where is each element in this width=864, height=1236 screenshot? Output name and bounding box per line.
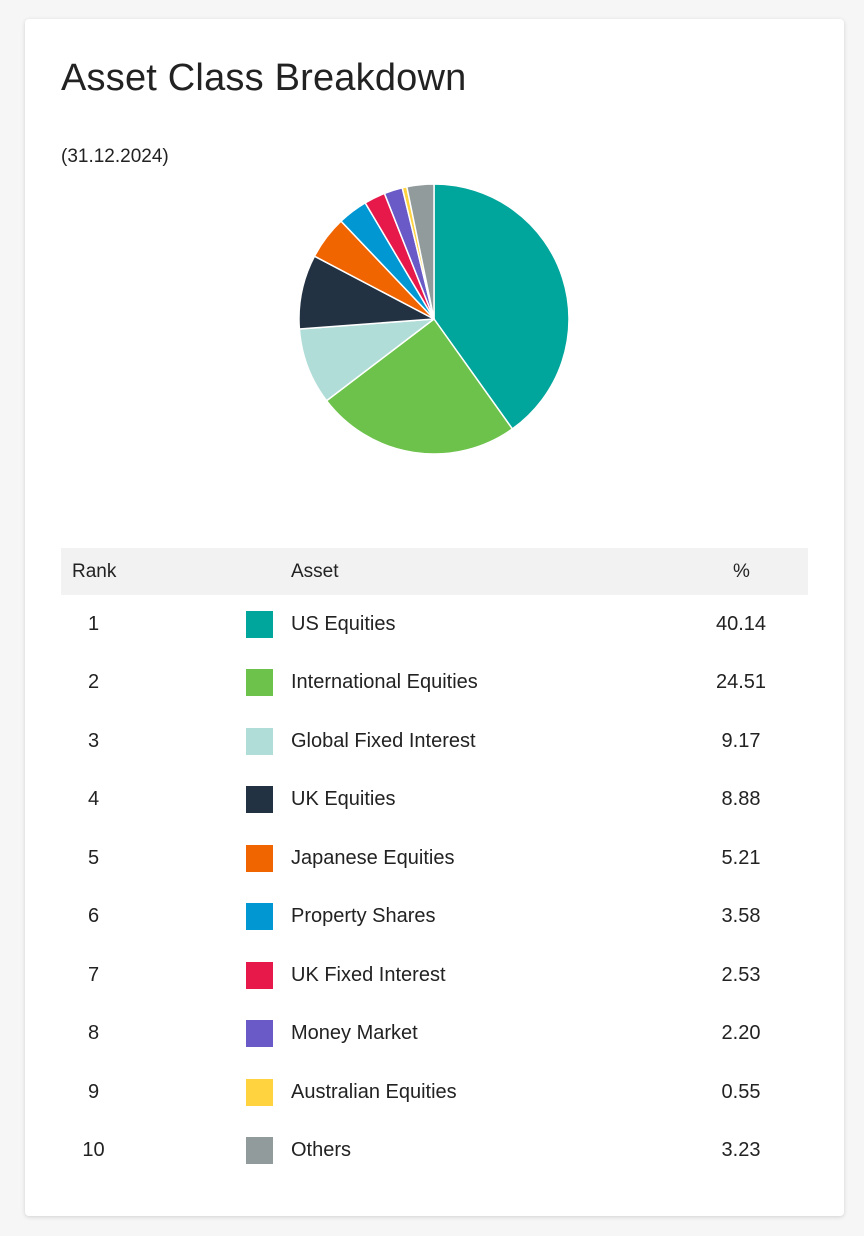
table-row: 3 Global Fixed Interest 9.17 bbox=[61, 712, 808, 771]
row-percent: 3.23 bbox=[721, 1139, 761, 1162]
row-percent: 8.88 bbox=[721, 788, 761, 811]
header-asset: Asset bbox=[291, 560, 339, 582]
table-row: 5 Japanese Equities 5.21 bbox=[61, 829, 808, 888]
color-swatch bbox=[246, 888, 273, 947]
row-rank: 9 bbox=[87, 1080, 100, 1103]
row-asset: UK Equities bbox=[291, 788, 396, 811]
row-percent: 0.55 bbox=[721, 1080, 761, 1103]
breakdown-table: Rank Asset % 1 US Equities 40.14 2 Internati… bbox=[61, 548, 808, 1180]
table-header: Rank Asset % bbox=[61, 548, 808, 595]
row-rank: 1 bbox=[87, 612, 100, 635]
page-title: Asset Class Breakdown bbox=[61, 57, 467, 99]
table-row: 10 Others 3.23 bbox=[61, 1122, 808, 1181]
legend-swatch-icon bbox=[246, 961, 273, 989]
row-percent: 5.21 bbox=[721, 846, 761, 869]
row-asset: Japanese Equities bbox=[291, 846, 455, 869]
legend-swatch-icon bbox=[246, 669, 273, 697]
row-percent: 24.51 bbox=[715, 671, 767, 694]
color-swatch bbox=[246, 1122, 273, 1181]
color-swatch bbox=[246, 829, 273, 888]
legend-swatch-icon bbox=[246, 786, 273, 814]
row-rank: 7 bbox=[87, 963, 100, 986]
row-asset: UK Fixed Interest bbox=[291, 963, 446, 986]
row-asset: US Equities bbox=[291, 612, 396, 635]
table-row: 2 International Equities 24.51 bbox=[61, 654, 808, 713]
row-asset: Australian Equities bbox=[291, 1080, 457, 1103]
row-asset: Property Shares bbox=[291, 905, 436, 928]
row-asset: Money Market bbox=[291, 1022, 418, 1045]
table-row: 6 Property Shares 3.58 bbox=[61, 888, 808, 947]
table-row: 1 US Equities 40.14 bbox=[61, 595, 808, 654]
legend-swatch-icon bbox=[246, 1137, 273, 1165]
pie-chart bbox=[298, 183, 570, 455]
legend-swatch-icon bbox=[246, 903, 273, 931]
row-percent: 3.58 bbox=[721, 905, 761, 928]
table-row: 9 Australian Equities 0.55 bbox=[61, 1063, 808, 1122]
asset-breakdown-card: Asset Class Breakdown (31.12.2024) Rank … bbox=[25, 19, 844, 1216]
row-rank: 5 bbox=[87, 846, 100, 869]
row-percent: 40.14 bbox=[715, 612, 767, 635]
row-rank: 3 bbox=[87, 729, 100, 752]
table-row: 8 Money Market 2.20 bbox=[61, 1005, 808, 1064]
color-swatch bbox=[246, 654, 273, 713]
legend-swatch-icon bbox=[246, 610, 273, 638]
row-asset: Global Fixed Interest bbox=[291, 729, 476, 752]
row-rank: 2 bbox=[87, 671, 100, 694]
color-swatch bbox=[246, 1063, 273, 1122]
row-rank: 10 bbox=[82, 1139, 105, 1162]
legend-swatch-icon bbox=[246, 1078, 273, 1106]
row-percent: 9.17 bbox=[721, 729, 761, 752]
color-swatch bbox=[246, 1005, 273, 1064]
header-rank: Rank bbox=[72, 560, 117, 582]
row-asset: Others bbox=[291, 1139, 352, 1162]
row-rank: 4 bbox=[87, 788, 100, 811]
as-of-date: (31.12.2024) bbox=[61, 146, 169, 167]
color-swatch bbox=[246, 595, 273, 654]
row-percent: 2.53 bbox=[721, 963, 761, 986]
table-row: 7 UK Fixed Interest 2.53 bbox=[61, 946, 808, 1005]
legend-swatch-icon bbox=[246, 1020, 273, 1048]
color-swatch bbox=[246, 946, 273, 1005]
row-rank: 8 bbox=[87, 1022, 100, 1045]
color-swatch bbox=[246, 771, 273, 830]
row-percent: 2.20 bbox=[721, 1022, 761, 1045]
color-swatch bbox=[246, 712, 273, 771]
row-rank: 6 bbox=[87, 905, 100, 928]
row-asset: International Equities bbox=[291, 671, 478, 694]
table-body: 1 US Equities 40.14 2 International Equities… bbox=[61, 595, 808, 1180]
legend-swatch-icon bbox=[246, 727, 273, 755]
table-row: 4 UK Equities 8.88 bbox=[61, 771, 808, 830]
legend-swatch-icon bbox=[246, 844, 273, 872]
header-percent: % bbox=[733, 560, 750, 582]
